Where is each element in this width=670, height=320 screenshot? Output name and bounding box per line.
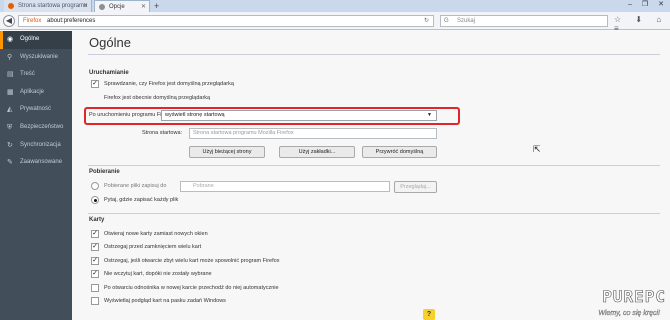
warn-slow-checkbox[interactable]: ✓ — [91, 257, 99, 265]
tabs-heading: Karty — [89, 217, 105, 223]
downloads-heading: Pobieranie — [89, 169, 120, 175]
open-in-tabs-checkbox[interactable]: ✓ — [91, 230, 99, 238]
url-text: about:preferences — [47, 18, 96, 24]
sidebar-item-label: Zaawansowane — [20, 159, 63, 166]
taskbar-preview-checkbox[interactable] — [91, 297, 99, 305]
sync-icon: ↻ — [7, 141, 13, 149]
preferences-sidebar: ◉ Ogólne ⚲ Wyszukiwanie ▤ Treść ▦ Aplikacje … — [0, 31, 72, 320]
sidebar-item-advanced[interactable]: ✎ Zaawansowane — [0, 154, 72, 172]
sidebar-item-search[interactable]: ⚲ Wyszukiwanie — [0, 49, 72, 67]
default-browser-checkbox[interactable]: ✓ — [91, 80, 99, 88]
gear-icon — [99, 4, 105, 10]
default-browser-status: Firefox jest obecnie domyślną przeglądar… — [104, 95, 211, 101]
content-icon: ▤ — [7, 71, 14, 79]
save-to-radio[interactable] — [91, 182, 99, 190]
privacy-icon: ◭ — [7, 106, 13, 114]
restore-default-button[interactable]: Przywróć domyślną — [362, 146, 437, 158]
tab-option-label: Ostrzegaj przed zamknięciem wielu kart — [104, 244, 202, 250]
chevron-down-icon: ▼ — [427, 112, 432, 118]
watermark-logo: PUREPC — [602, 287, 666, 307]
default-browser-label: Sprawdzanie, czy Firefox jest domyślną p… — [104, 81, 234, 87]
sidebar-item-general[interactable]: ◉ Ogólne — [0, 31, 72, 49]
section-divider — [88, 165, 660, 166]
sidebar-item-sync[interactable]: ↻ Synchronizacja — [0, 137, 72, 155]
url-bar[interactable]: Firefox about:preferences ↻ — [18, 15, 434, 27]
homepage-input[interactable]: Strona startowa programu Mozilla Firefox — [189, 128, 437, 139]
section-divider — [88, 213, 660, 214]
on-start-select[interactable]: wyświetl stronę startową ▼ — [161, 110, 437, 121]
page-title: Ogólne — [89, 35, 131, 50]
use-bookmark-button[interactable]: Użyj zakładki... — [279, 146, 355, 158]
shield-icon: ⛨ — [7, 123, 13, 131]
sidebar-item-label: Ogólne — [20, 36, 40, 42]
ask-label: Pytaj, gdzie zapisać każdy plik — [104, 197, 179, 203]
sidebar-item-applications[interactable]: ▦ Aplikacje — [0, 84, 72, 102]
sidebar-item-label: Prywatność — [20, 106, 52, 113]
back-button[interactable]: ◀ — [3, 15, 15, 27]
general-icon: ◉ — [7, 36, 14, 43]
firefox-icon — [8, 3, 14, 9]
sidebar-item-label: Treść — [20, 71, 35, 78]
on-start-value: wyświetl stronę startową — [165, 112, 225, 118]
browse-button[interactable]: Przeglądaj... — [394, 181, 437, 193]
watermark-slogan: Wiemy, co się kręci! — [598, 310, 660, 317]
sidebar-item-security[interactable]: ⛨ Bezpieczeństwo — [0, 119, 72, 137]
window-controls[interactable]: – ❐ ✕ — [628, 0, 668, 10]
tab-option-label: Wyświetlaj podgląd kart na pasku zadań W… — [104, 298, 226, 304]
sidebar-item-privacy[interactable]: ◭ Prywatność — [0, 101, 72, 119]
applications-icon: ▦ — [7, 88, 14, 96]
use-current-page-button[interactable]: Użyj bieżącej strony — [189, 146, 265, 158]
tab-options[interactable]: Opcje ✕ — [94, 0, 150, 12]
homepage-placeholder: Strona startowa programu Mozilla Firefox — [193, 130, 294, 136]
title-divider — [88, 54, 660, 55]
sidebar-item-label: Bezpieczeństwo — [20, 123, 64, 130]
new-tab-button[interactable]: + — [154, 1, 159, 11]
sidebar-item-content[interactable]: ▤ Treść — [0, 66, 72, 84]
advanced-icon: ✎ — [7, 159, 13, 167]
download-folder-value: Pobrane — [193, 183, 214, 189]
lazy-load-checkbox[interactable]: ✓ — [91, 270, 99, 278]
tab-option-label: Ostrzegaj, jeśli otwarcie zbyt wielu kar… — [104, 258, 280, 264]
sidebar-item-label: Wyszukiwanie — [20, 53, 58, 60]
startup-heading: Uruchamianie — [89, 70, 129, 76]
nav-toolbar: ◀ Firefox about:preferences ↻ G Szukaj ☆… — [0, 12, 670, 33]
tab-strip: Strona startowa programu M... ✕ Opcje ✕ … — [0, 0, 670, 21]
mouse-cursor-icon: ⇱ — [533, 144, 541, 154]
close-tab-icon[interactable]: ✕ — [83, 0, 88, 12]
sidebar-item-label: Aplikacje — [20, 88, 45, 95]
preferences-pane: Ogólne Uruchamianie ✓ Sprawdzanie, czy F… — [72, 31, 670, 320]
search-placeholder: Szukaj — [457, 18, 476, 24]
tab-option-label: Nie wczytuj kart, dopóki nie zostały wyb… — [104, 271, 212, 277]
save-to-label: Pobierane pliki zapisuj do — [104, 183, 167, 189]
identity-label: Firefox — [23, 18, 42, 24]
homepage-label: Strona startowa: — [142, 130, 183, 136]
search-engine-icon[interactable]: G — [444, 16, 449, 26]
search-input[interactable]: G Szukaj — [440, 15, 608, 27]
help-button[interactable]: ? — [423, 309, 435, 320]
tab-start-page[interactable]: Strona startowa programu M... ✕ — [4, 0, 92, 21]
switch-to-tab-checkbox[interactable] — [91, 284, 99, 292]
search-icon: ⚲ — [7, 53, 13, 61]
tab-label: Opcje — [109, 4, 125, 10]
sidebar-item-label: Synchronizacja — [20, 141, 61, 148]
tab-option-label: Po otwarciu odnośnika w nowej karcie prz… — [104, 285, 279, 291]
tab-option-label: Otwieraj nowe karty zamiast nowych okien — [104, 231, 208, 237]
warn-close-checkbox[interactable]: ✓ — [91, 243, 99, 251]
ask-radio[interactable] — [91, 196, 99, 204]
reload-icon[interactable]: ↻ — [424, 16, 429, 26]
download-folder-field: Pobrane — [180, 181, 390, 192]
